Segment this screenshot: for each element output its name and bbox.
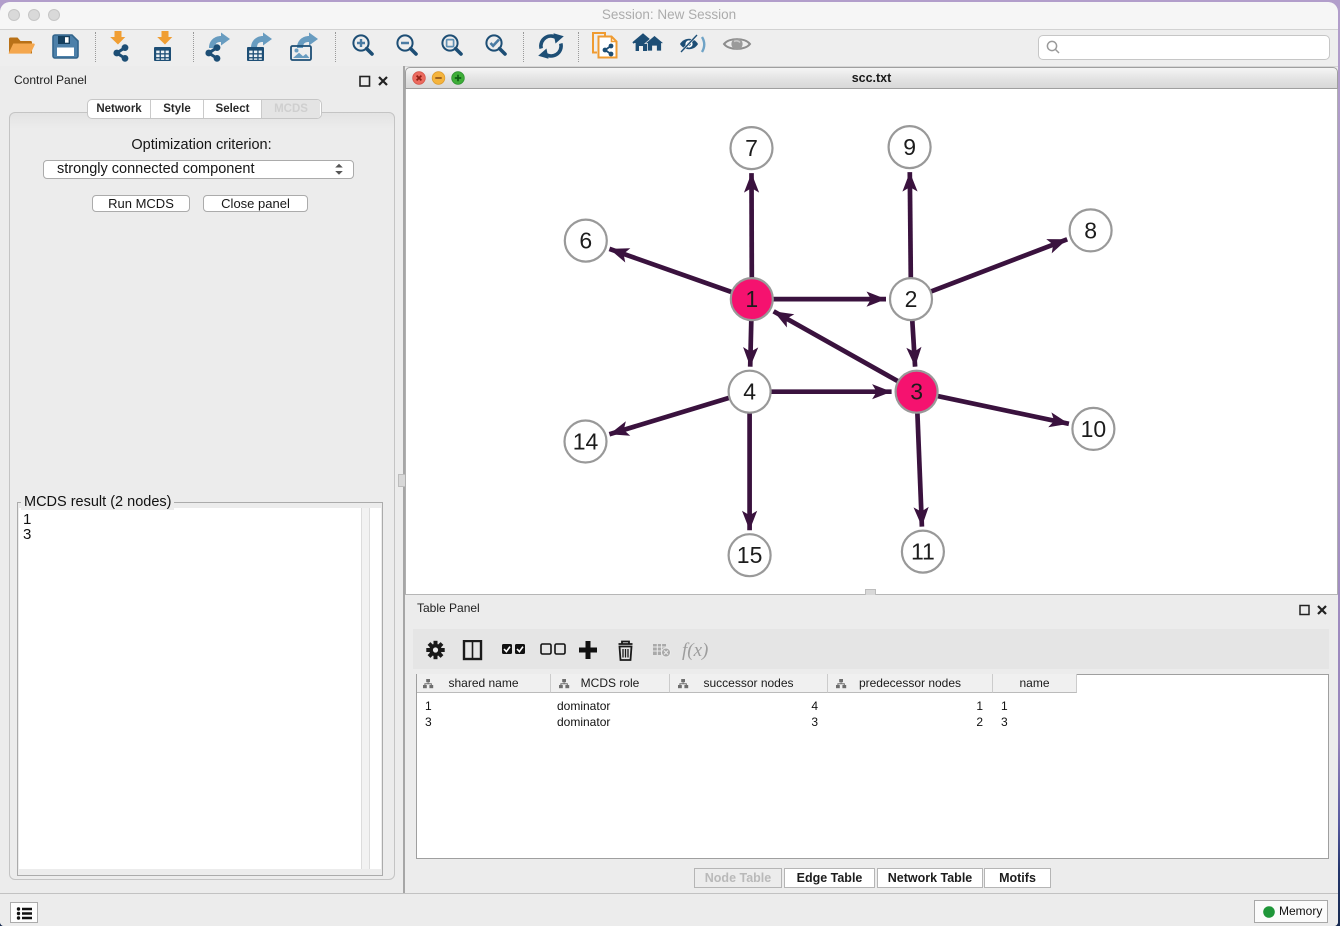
svg-text:4: 4 xyxy=(743,379,756,405)
svg-text:3: 3 xyxy=(910,379,923,405)
svg-text:1: 1 xyxy=(745,286,758,312)
svg-text:11: 11 xyxy=(911,539,935,565)
svg-text:14: 14 xyxy=(573,429,599,455)
svg-text:10: 10 xyxy=(1081,416,1107,442)
svg-text:15: 15 xyxy=(737,542,763,568)
svg-text:f(x): f(x) xyxy=(682,640,708,661)
svg-text:6: 6 xyxy=(579,228,592,254)
svg-text:7: 7 xyxy=(745,135,758,161)
svg-text:8: 8 xyxy=(1084,217,1097,243)
svg-text:9: 9 xyxy=(903,134,916,160)
svg-text:2: 2 xyxy=(905,286,918,312)
